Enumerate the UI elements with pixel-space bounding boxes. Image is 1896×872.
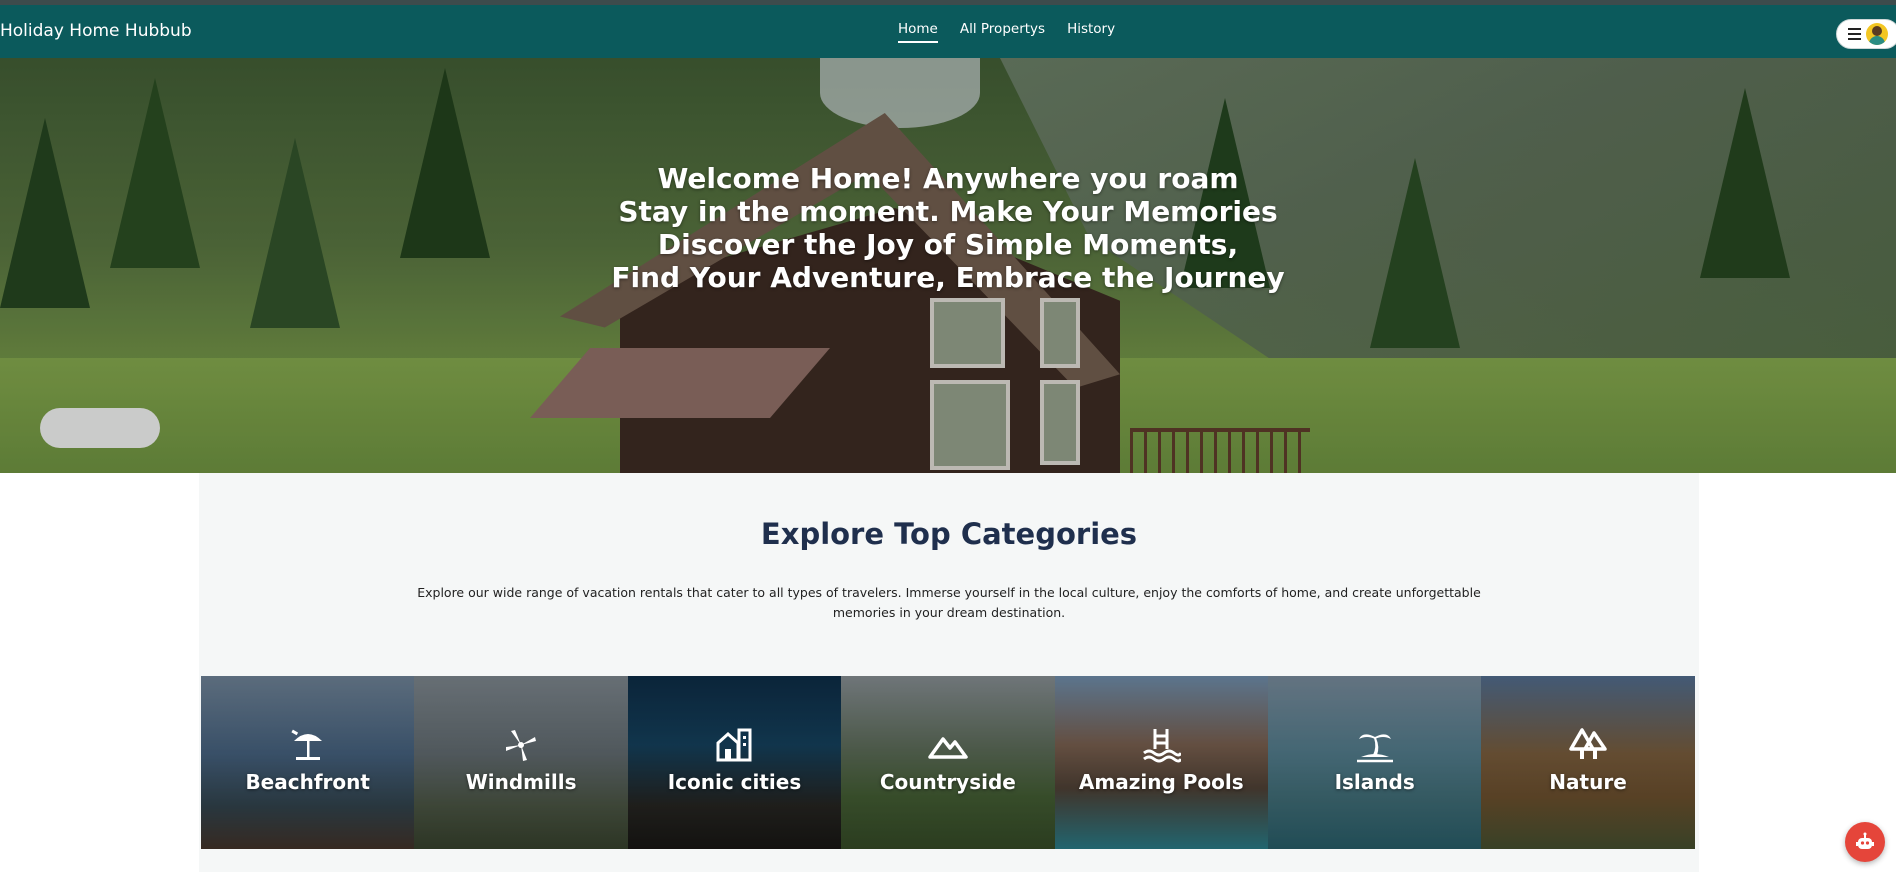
category-card-nature[interactable]: Nature	[1481, 676, 1695, 849]
category-label: Iconic cities	[667, 770, 802, 794]
city-icon	[716, 728, 752, 762]
hero-line: Welcome Home! Anywhere you roam	[657, 162, 1239, 195]
category-card-amazing-pools[interactable]: Amazing Pools	[1054, 676, 1268, 849]
categories-title: Explore Top Categories	[760, 517, 1138, 551]
category-label: Islands	[1334, 770, 1415, 794]
hero-line: Discover the Joy of Simple Moments,	[657, 228, 1239, 261]
mountain-icon	[928, 737, 968, 759]
category-cards: Beachfront Windmills Iconic cities Count…	[201, 676, 1695, 849]
nav-link-home[interactable]: Home	[898, 21, 938, 43]
category-label: Nature	[1549, 770, 1627, 794]
hero-line: Stay in the moment. Make Your Memories	[618, 195, 1278, 228]
windmill-icon	[506, 730, 537, 761]
palm-island-icon	[1356, 734, 1393, 763]
nav-link-history[interactable]: History	[1067, 21, 1115, 43]
category-label: Windmills	[465, 770, 577, 794]
hero-headline: Welcome Home! Anywhere you roam Stay in …	[548, 162, 1348, 294]
robot-icon	[1856, 832, 1874, 849]
chatbot-button[interactable]	[1845, 822, 1885, 862]
category-card-beachfront[interactable]: Beachfront	[201, 676, 415, 849]
menu-icon	[1848, 28, 1861, 40]
main-nav: Home All Propertys History	[898, 21, 1115, 43]
category-card-iconic-cities[interactable]: Iconic cities	[627, 676, 842, 849]
hero-banner: Welcome Home! Anywhere you roam Stay in …	[0, 58, 1896, 473]
category-label: Beachfront	[245, 770, 370, 794]
avatar	[1866, 23, 1888, 45]
brand-logo-text[interactable]: Holiday Home Hubbub	[0, 21, 192, 41]
beach-umbrella-icon	[291, 729, 322, 760]
category-label: Countryside	[879, 770, 1016, 794]
category-card-islands[interactable]: Islands	[1267, 676, 1482, 849]
pine-trees-icon	[1569, 728, 1607, 759]
categories-description: Explore our wide range of vacation renta…	[417, 585, 1481, 620]
navbar: Holiday Home Hubbub Home All Propertys H…	[0, 5, 1896, 58]
hero-line: Find Your Adventure, Embrace the Journey	[611, 261, 1285, 294]
category-label: Amazing Pools	[1078, 770, 1244, 794]
nav-link-all-propertys[interactable]: All Propertys	[960, 21, 1045, 43]
user-menu-button[interactable]	[1836, 19, 1896, 49]
category-card-countryside[interactable]: Countryside	[841, 676, 1055, 849]
pool-ladder-icon	[1143, 729, 1182, 763]
category-card-windmills[interactable]: Windmills	[414, 676, 628, 849]
